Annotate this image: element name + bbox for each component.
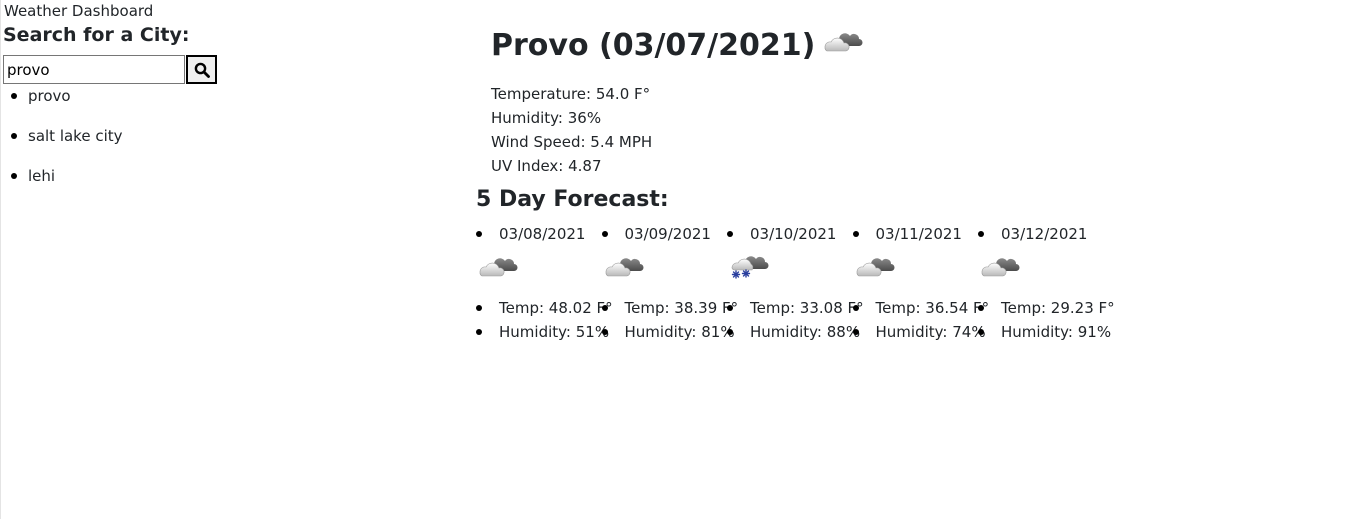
weather-dashboard-page: Weather Dashboard Search for a City: pro… [0, 0, 1355, 519]
forecast-temp: Temp: 33.08 F° [750, 299, 864, 317]
bullet [476, 329, 482, 335]
bullet [601, 329, 608, 335]
cloudy-icon [476, 250, 520, 287]
forecast-humidity: Humidity: 91% [1001, 323, 1112, 341]
app-title: Weather Dashboard [4, 2, 154, 20]
forecast-day: 03/11/2021 Temp: 36.54 F° Humidity: 74% [852, 222, 989, 344]
history-item-label: salt lake city [28, 127, 123, 145]
history-item-salt-lake-city[interactable]: salt lake city [1, 126, 123, 166]
bullet [601, 305, 608, 311]
current-uv-index: UV Index: 4.87 [491, 157, 602, 175]
cloudy-icon [821, 25, 865, 66]
bullet [978, 329, 984, 335]
city-search-input[interactable] [3, 55, 185, 84]
forecast-humidity: Humidity: 51% [499, 323, 610, 341]
forecast-temp: Temp: 29.23 F° [1001, 299, 1115, 317]
cloudy-icon [978, 250, 1022, 287]
bullet [852, 305, 859, 311]
bullet [11, 133, 17, 139]
forecast-day: 03/12/2021 Temp: 29.23 F° Humidity: 91% [978, 222, 1115, 344]
forecast-humidity: Humidity: 74% [875, 323, 986, 341]
history-item-label: provo [28, 87, 71, 105]
bullet [852, 231, 859, 237]
forecast-list: 03/08/2021 Temp: 48.02 F° Humidity: 51% … [476, 222, 1115, 344]
bullet [727, 329, 733, 335]
forecast-humidity: Humidity: 88% [750, 323, 861, 341]
forecast-temp: Temp: 36.54 F° [875, 299, 990, 317]
bullet [727, 305, 733, 311]
bullet [601, 231, 608, 237]
current-weather-heading: Provo (03/07/2021) [491, 25, 865, 66]
history-item-provo[interactable]: provo [1, 86, 123, 126]
forecast-day: 03/10/2021 Temp: 33.08 F° Humidity: 88% [727, 222, 864, 344]
forecast-date: 03/10/2021 [750, 225, 837, 243]
bullet [11, 93, 17, 99]
search-icon [194, 62, 210, 78]
bullet [978, 231, 984, 237]
forecast-temp: Temp: 38.39 F° [624, 299, 739, 317]
bullet [476, 305, 482, 311]
forecast-heading: 5 Day Forecast: [476, 187, 669, 212]
forecast-date: 03/09/2021 [624, 225, 711, 243]
bullet [852, 329, 859, 335]
current-weather-stats: Temperature: 54.0 F° Humidity: 36% Wind … [491, 82, 652, 178]
forecast-day: 03/08/2021 Temp: 48.02 F° Humidity: 51% [476, 222, 613, 344]
forecast-date: 03/11/2021 [875, 225, 962, 243]
bullet [727, 231, 733, 237]
bullet [978, 305, 984, 311]
current-wind-speed: Wind Speed: 5.4 MPH [491, 133, 653, 151]
snow-icon [727, 250, 771, 287]
current-city-date: Provo (03/07/2021) [491, 27, 816, 63]
cloudy-icon [602, 250, 646, 287]
search-form [3, 55, 217, 84]
history-item-lehi[interactable]: lehi [1, 166, 123, 206]
search-button[interactable] [186, 55, 217, 84]
search-history-list: provo salt lake city lehi [1, 86, 123, 206]
current-humidity: Humidity: 36% [491, 109, 602, 127]
history-item-label: lehi [28, 167, 56, 185]
forecast-temp: Temp: 48.02 F° [499, 299, 613, 317]
forecast-day: 03/09/2021 Temp: 38.39 F° Humidity: 81% [601, 222, 738, 344]
bullet [11, 173, 17, 179]
forecast-humidity: Humidity: 81% [624, 323, 735, 341]
current-temperature: Temperature: 54.0 F° [491, 85, 651, 103]
cloudy-icon [853, 250, 897, 287]
bullet [476, 231, 482, 237]
search-heading: Search for a City: [3, 24, 190, 46]
forecast-date: 03/08/2021 [499, 225, 586, 243]
forecast-date: 03/12/2021 [1001, 225, 1088, 243]
